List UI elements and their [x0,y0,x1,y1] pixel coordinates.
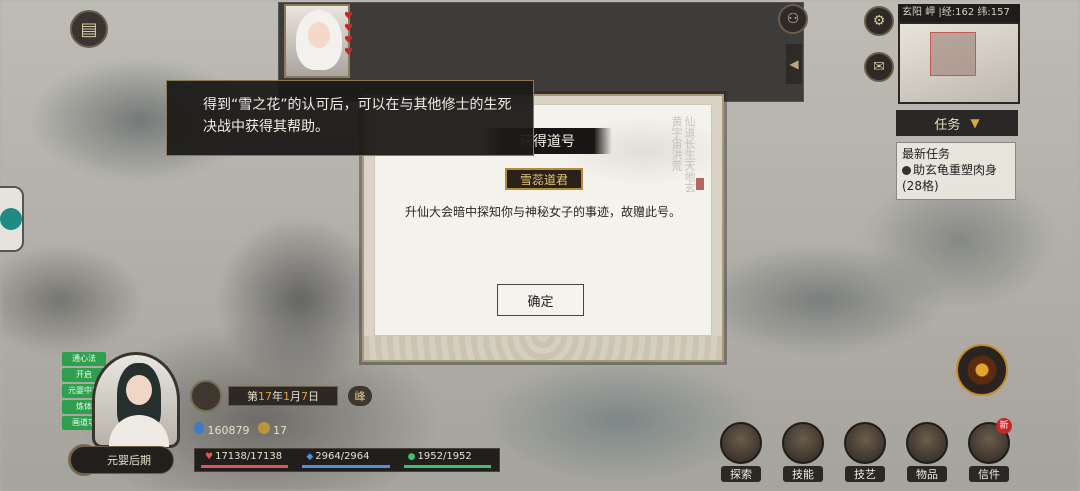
crafts-button[interactable]: 技艺 [840,422,890,482]
game-date: 第 17 年 1 月 7 日 [228,386,338,406]
confirm-button[interactable]: 确定 [497,284,584,316]
date-mid1: 年 [272,390,283,403]
task-label: 任务 [934,117,961,133]
message-icon: ✉ [873,59,885,75]
heart-icon: ♥ [205,452,214,462]
date-mid2: 月 [290,390,301,403]
task-card-item: 助玄龟重塑肉身(28格) [902,163,998,193]
spirit-stone-group: 160879 [194,422,250,437]
explore-label: 探索 [721,466,761,482]
player-face [126,375,152,405]
group-button[interactable]: ⚇ [778,4,808,34]
sp-value: 1952/1952 [417,451,472,462]
spirit-sense-button[interactable] [956,344,1008,396]
items-button[interactable]: 物品 [902,422,952,482]
explore-button[interactable]: 探索 [716,422,766,482]
calendar-icon[interactable] [190,380,222,412]
affection-hearts: ♥ ♥ ♥ ♥ [344,12,353,58]
hp-stat: ♥ 17138/17138 [195,449,296,471]
skills-button[interactable]: 技能 [778,422,828,482]
heart-icon: ♥ [344,35,353,46]
coin-count: 17 [273,424,287,437]
companion-portrait[interactable] [284,4,350,78]
companion-tooltip: 得到“雪之花”的认可后，可以在与其他修士的生死决战中获得其帮助。 [166,80,534,156]
sp-bar [403,465,491,468]
items-label: 物品 [907,466,947,482]
yin-yang-icon [782,422,824,464]
dialog-description: 升仙大会暗中探知你与神秘女子的事迹，故赠此号。 [404,205,681,219]
gear-icon: ⚙ [872,13,886,29]
heart-icon: ♥ [344,11,353,22]
heart-icon: ♥ [344,23,353,34]
task-toggle-button[interactable]: 任务 ▼ [896,110,1018,136]
date-prefix: 第 [247,390,258,403]
date-day: 7 [301,389,308,403]
bag-icon [906,422,948,464]
stamina-icon: ● [407,452,416,462]
scroll-icon: ▤ [80,18,98,40]
mp-bar [302,465,390,468]
cultivation-realm[interactable]: 元婴后期 [70,446,174,474]
dao-title-badge: 雪蕊道君 [505,168,583,190]
current-location-marker [930,32,976,76]
player-stats-bar: ♥ 17138/17138 ◆ 2964/2964 ● 1952/1952 [194,448,500,472]
chevron-left-icon: ◀ [789,57,799,71]
chevron-down-icon: ▼ [970,116,980,130]
explore-icon [720,422,762,464]
coin-group: 17 [257,422,287,437]
spirit-stone-icon [194,422,204,434]
date-month: 1 [283,389,290,403]
minimap-location: 玄阳 岬 |经:162 纬:157 [898,4,1020,22]
seal-stamp-icon [696,178,704,190]
letters-button[interactable]: 新 信件 [964,418,1014,482]
hp-value: 17138/17138 [215,451,283,462]
latest-task-card[interactable]: 最新任务 助玄龟重塑肉身(28格) [896,142,1016,200]
collapse-arrow-button[interactable]: ◀ [786,44,802,84]
heart-icon: ♥ [344,47,353,58]
group-icon: ⚇ [786,11,800,27]
scroll-menu-button[interactable]: ▤ [70,10,108,48]
messages-button[interactable]: ✉ [864,52,894,82]
player-avatar[interactable] [92,352,180,448]
spirit-stone-count: 160879 [207,424,250,437]
sp-stat: ● 1952/1952 [398,449,499,471]
letters-label: 信件 [969,466,1009,482]
dialog-cloud-border [364,336,722,360]
left-edge-button[interactable] [0,186,24,252]
currency-row: 160879 17 [194,422,287,437]
mana-icon: ◆ [306,452,314,462]
minimap[interactable] [898,22,1020,104]
coin-icon [257,422,270,434]
mp-stat: ◆ 2964/2964 [296,449,397,471]
hp-bar [201,465,289,468]
mp-value: 2964/2964 [315,451,370,462]
task-dot-icon [902,166,911,175]
settings-button[interactable]: ⚙ [864,6,894,36]
new-badge: 新 [996,418,1012,434]
crafts-label: 技艺 [845,466,885,482]
date-year: 17 [258,389,272,403]
scroll-icon [844,422,886,464]
task-card-title: 最新任务 [902,147,951,161]
skills-label: 技能 [783,466,823,482]
companion-face [308,22,330,48]
status-tag[interactable]: 通心法 [62,352,106,366]
time-skip-button[interactable]: 峰 [348,386,372,406]
calligraphy-decoration: 仙道长生天地玄黄宇宙洪荒 [670,116,696,193]
date-suffix: 日 [308,390,319,403]
